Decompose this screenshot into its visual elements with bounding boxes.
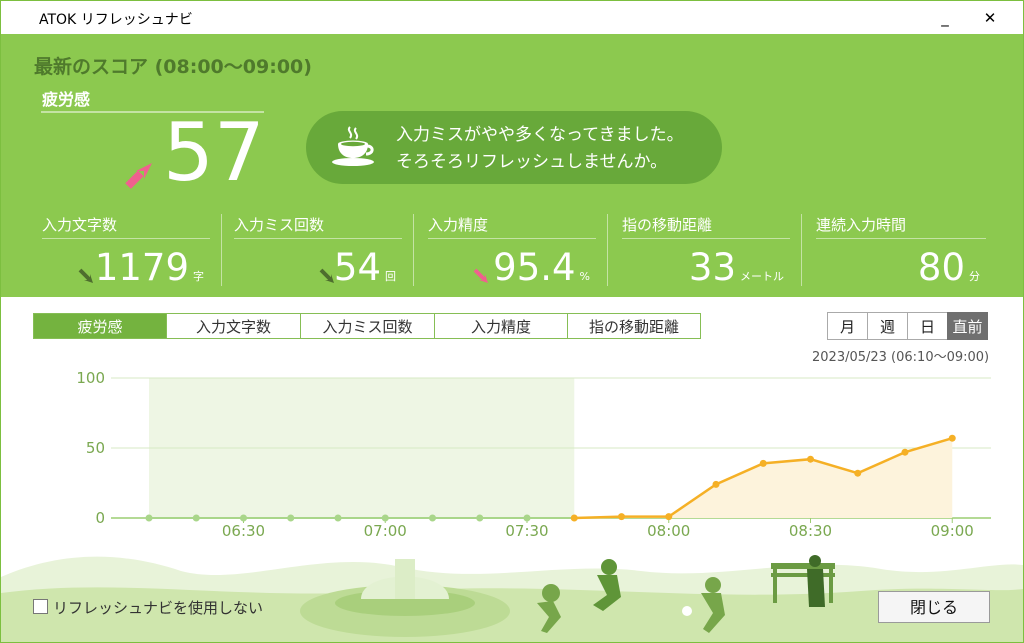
y-tick-label: 0 (95, 509, 105, 527)
chart-point (618, 513, 625, 521)
tab-fatigue[interactable]: 疲労感 (33, 313, 167, 339)
message-text: 入力ミスがやや多くなってきました。 そろそろリフレッシュしませんか。 (396, 122, 684, 176)
tab-input-errors[interactable]: 入力ミス回数 (300, 313, 435, 339)
window-title: ATOK リフレッシュナビ (39, 12, 193, 28)
stat-number: 1179 (94, 246, 189, 289)
stat-separator (221, 214, 222, 286)
chart-point (712, 480, 720, 488)
stat-divider (622, 238, 790, 239)
x-tick-label: 09:00 (931, 522, 974, 540)
stat-divider (816, 238, 986, 239)
chart-point (192, 514, 200, 522)
chart-point (334, 514, 342, 522)
period-recent-button[interactable]: 直前 (947, 312, 988, 340)
chart-point (240, 514, 247, 522)
tab-accuracy[interactable]: 入力精度 (434, 313, 568, 339)
x-tick-label: 08:30 (789, 522, 832, 540)
stat-value: 33 メートル (689, 246, 784, 299)
minimize-button[interactable]: _ (929, 5, 961, 31)
stats-row: 入力文字数 1179 字 入力ミス回数 54 回 入力精度 95.4 % 指の移… (34, 212, 994, 292)
chart-area-fill (574, 438, 953, 518)
score-title: 最新のスコア (08:00～09:00) (34, 56, 312, 78)
refresh-navi-window: ATOK リフレッシュナビ _ ✕ 最新のスコア (08:00～09:00) 疲… (0, 0, 1024, 643)
stat-label: 入力精度 (428, 216, 489, 234)
x-tick-label: 06:30 (222, 522, 265, 540)
message-bubble: 入力ミスがやや多くなってきました。 そろそろリフレッシュしませんか。 (306, 111, 722, 184)
coffee-cup-icon (332, 126, 374, 166)
x-tick-label: 07:00 (364, 522, 407, 540)
chart-point (145, 514, 153, 522)
close-window-button[interactable]: ✕ (974, 5, 1006, 31)
stat-value: 95.4% (493, 246, 590, 299)
stat-separator (607, 214, 608, 286)
stat-continuous-time: 連続入力時間 80 分 (808, 212, 994, 292)
chart-point (759, 459, 767, 467)
stat-unit: 分 (969, 270, 980, 283)
trend-down-arrow-icon (78, 268, 93, 283)
chart-point (901, 448, 909, 456)
chart-point (570, 514, 578, 522)
close-button[interactable]: 閉じる (878, 591, 990, 623)
stat-finger-distance: 指の移動距離 33 メートル (614, 212, 802, 292)
stat-input-chars: 入力文字数 1179 字 (34, 212, 222, 292)
chart-point (948, 434, 956, 442)
trend-down-arrow-icon (319, 268, 334, 283)
stat-value: 80 分 (918, 246, 980, 299)
stat-number: 80 (917, 246, 965, 289)
trend-up-arrow-icon (125, 163, 152, 189)
stat-divider (234, 238, 402, 239)
stat-separator (413, 214, 414, 286)
trend-down-pink-arrow-icon (473, 268, 488, 283)
chart-point (854, 469, 862, 477)
x-tick-label: 08:00 (647, 522, 690, 540)
message-line-1: 入力ミスがやや多くなってきました。 (396, 125, 684, 145)
stat-accuracy: 入力精度 95.4% (420, 212, 608, 292)
fatigue-chart: 0 50 100 06:30 07:00 07:30 08:00 08:30 09:00 (76, 369, 991, 540)
stat-separator (801, 214, 802, 286)
chart-point (665, 513, 673, 521)
period-day-button[interactable]: 日 (907, 312, 948, 340)
stat-unit: 回 (385, 270, 396, 283)
stat-unit: メートル (740, 270, 784, 283)
stat-label: 入力文字数 (42, 216, 118, 234)
stat-value: 1179 字 (95, 246, 204, 299)
stat-label: 連続入力時間 (816, 216, 907, 234)
fatigue-label: 疲労感 (42, 90, 91, 109)
stat-label: 指の移動距離 (622, 216, 713, 234)
stat-unit: 字 (193, 270, 204, 283)
stat-number: 54 (333, 246, 381, 289)
message-line-2: そろそろリフレッシュしませんか。 (396, 152, 668, 172)
stat-number: 95.4 (493, 246, 576, 289)
chart-point (287, 514, 295, 522)
period-week-button[interactable]: 週 (867, 312, 908, 340)
park-illustration (1, 555, 1023, 642)
stat-unit: % (579, 270, 590, 283)
y-tick-label: 50 (86, 439, 105, 457)
title-bar: ATOK リフレッシュナビ _ ✕ (1, 1, 1023, 34)
stat-value: 54 回 (334, 246, 396, 299)
tab-input-chars[interactable]: 入力文字数 (166, 313, 301, 339)
chart-point (807, 455, 814, 463)
chart-point (523, 514, 531, 522)
stat-divider (428, 238, 596, 239)
chart-point (381, 514, 389, 522)
disable-navi-label[interactable]: リフレッシュナビを使用しない (53, 597, 263, 618)
fatigue-score: 57 (163, 106, 265, 199)
stat-divider (42, 238, 210, 239)
stat-input-errors: 入力ミス回数 54 回 (226, 212, 414, 292)
disable-navi-checkbox[interactable] (33, 599, 48, 614)
chart-point (476, 514, 484, 522)
stat-number: 33 (688, 246, 736, 289)
score-panel: 最新のスコア (08:00～09:00) 疲労感 57 入力ミスがやや多くなって… (1, 34, 1023, 297)
x-tick-label: 07:30 (505, 522, 548, 540)
tab-finger-distance[interactable]: 指の移動距離 (567, 313, 701, 339)
y-tick-label: 100 (76, 369, 105, 387)
period-month-button[interactable]: 月 (827, 312, 868, 340)
chart-point (429, 514, 436, 522)
stat-label: 入力ミス回数 (234, 216, 325, 234)
